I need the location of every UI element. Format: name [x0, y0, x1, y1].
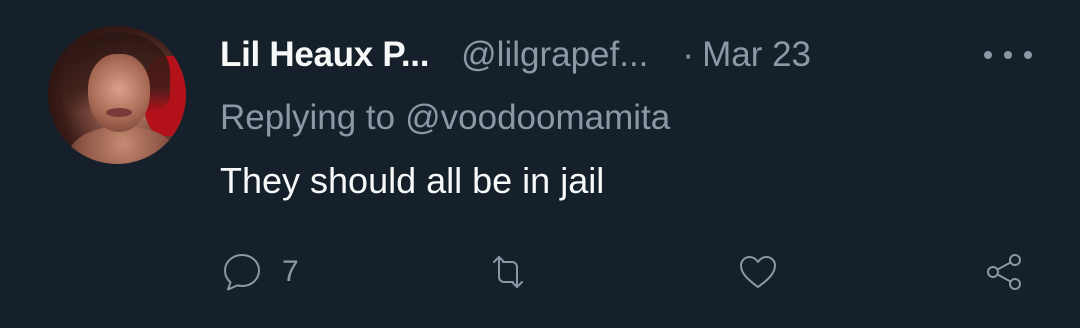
reply-icon	[224, 254, 260, 291]
tweet-actions: 7	[0, 248, 1080, 296]
like-button[interactable]	[736, 248, 780, 296]
share-icon	[987, 254, 1021, 290]
avatar[interactable]	[48, 26, 186, 164]
tweet-card[interactable]: Lil Heaux P... @lilgrapef... · Mar 23 Re…	[0, 0, 1080, 328]
reply-button[interactable]: 7	[220, 248, 299, 296]
reply-count: 7	[282, 255, 299, 288]
tweet-text: They should all be in jail	[220, 160, 605, 201]
retweet-icon	[493, 256, 523, 288]
more-dot	[1024, 51, 1032, 59]
display-name[interactable]: Lil Heaux P...	[220, 35, 429, 75]
replying-to-label: Replying to	[220, 98, 396, 137]
avatar-face	[88, 54, 150, 132]
avatar-lips	[106, 108, 132, 117]
user-handle[interactable]: @lilgrapef...	[461, 35, 648, 75]
replying-to-line: Replying to @voodoomamita	[220, 96, 670, 140]
share-button[interactable]	[982, 248, 1026, 296]
more-dot	[1004, 51, 1012, 59]
retweet-button[interactable]	[486, 248, 530, 296]
more-dot	[984, 51, 992, 59]
heart-icon	[740, 256, 776, 288]
tweet-header: Lil Heaux P... @lilgrapef... · Mar 23	[220, 32, 811, 78]
tweet-date[interactable]: Mar 23	[702, 35, 811, 75]
separator-dot: ·	[682, 35, 695, 74]
more-options-icon[interactable]	[984, 40, 1032, 70]
replying-to-handle[interactable]: @voodoomamita	[405, 98, 670, 138]
